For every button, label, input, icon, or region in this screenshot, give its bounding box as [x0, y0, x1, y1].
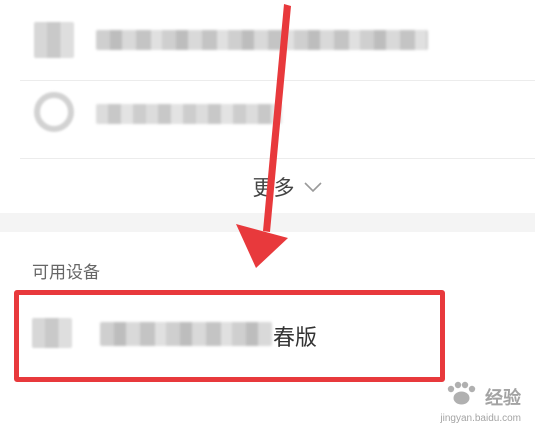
chevron-down-icon: [303, 180, 323, 194]
watermark-url: jingyan.baidu.com: [440, 413, 521, 424]
divider: [20, 158, 535, 159]
more-label: 更多: [252, 176, 295, 200]
device-name-blurred: [96, 104, 282, 124]
watermark: 经验 jingyan.baidu.com: [440, 381, 521, 424]
available-device-item[interactable]: [0, 300, 535, 380]
device-icon: [34, 22, 74, 58]
device-icon: [34, 92, 74, 132]
watermark-brand: 经验: [485, 387, 521, 409]
baidu-paw-icon: [443, 381, 481, 412]
list-item[interactable]: [0, 0, 535, 80]
device-icon: [32, 318, 72, 348]
connected-list-card: 更多: [0, 0, 535, 213]
device-name-blurred: [96, 30, 428, 50]
device-name-blurred: [100, 322, 272, 346]
section-title: 可用设备: [32, 263, 100, 283]
device-name-suffix: 春版: [273, 326, 318, 351]
more-button[interactable]: 更多: [0, 172, 535, 202]
list-item[interactable]: [0, 80, 535, 158]
